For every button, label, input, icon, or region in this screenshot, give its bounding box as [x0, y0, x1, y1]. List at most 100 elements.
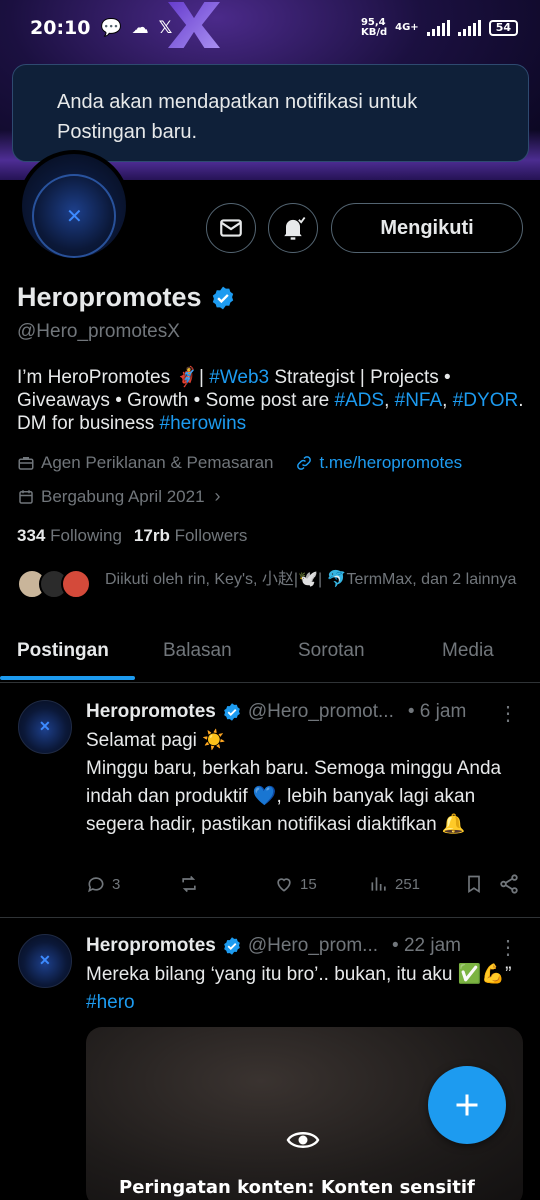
cloud-icon: ☁ [131, 18, 149, 38]
verified-badge-icon [224, 703, 240, 721]
share-icon [500, 874, 518, 894]
reply-count: 3 [112, 875, 121, 893]
tab-balasan[interactable]: Balasan [163, 640, 232, 662]
post-text-line: Mereka bilang ‘yang itu bro’.. bukan, it… [86, 964, 512, 985]
more-options-icon[interactable]: ⋮ [498, 701, 518, 726]
tab-postingan[interactable]: Postingan [17, 640, 109, 662]
followed-by-avatars [17, 569, 99, 599]
network-type: 4G+ [395, 22, 419, 33]
profile-handle: @Hero_promotesX [17, 321, 180, 342]
post-time: • 22 jam [392, 935, 461, 956]
bookmark-button[interactable] [464, 874, 484, 894]
hashtag-link[interactable]: #herowins [160, 413, 247, 434]
bell-check-icon [284, 216, 306, 240]
post-text: Mereka bilang ‘yang itu bro’.. bukan, it… [86, 961, 526, 1017]
profile-avatar[interactable]: ✕ [18, 150, 130, 262]
chat-bubble-icon: 💬 [100, 18, 122, 38]
bio-text: I’m HeroPromotes 🦸| [17, 367, 210, 388]
reply-icon [88, 877, 104, 893]
profile-tabs: Postingan Balasan Sorotan Media [0, 628, 540, 683]
status-bar: 20:10 💬 ☁ 𝕏 95,4 KB/d 4G+ 54 [0, 0, 540, 56]
network-speed: 95,4 KB/d [361, 18, 387, 38]
repost-button[interactable] [178, 874, 200, 894]
view-count: 251 [395, 875, 421, 893]
following-stat[interactable]: 334 Following [17, 526, 122, 546]
follow-stats: 334 Following 17rb Followers [17, 526, 247, 546]
avatar-x-logo: ✕ [39, 718, 51, 734]
post-avatar[interactable]: ✕ [18, 700, 72, 754]
profile-category: Agen Periklanan & Pemasaran [41, 453, 274, 472]
toast-text: Anda akan mendapatkan notifikasi untuk P… [57, 91, 418, 143]
avatar-x-logo: ✕ [39, 952, 51, 968]
calendar-icon [19, 489, 33, 504]
bookmark-icon [468, 875, 480, 894]
profile-bio: I’m HeroPromotes 🦸| #Web3 Strategist | P… [17, 366, 527, 435]
avatar [61, 569, 91, 599]
post-text: Selamat pagi ☀️ Minggu baru, berkah baru… [86, 727, 526, 839]
verified-badge-icon [224, 937, 240, 955]
post-divider [0, 917, 540, 918]
like-button[interactable]: 15 [274, 874, 317, 894]
message-button[interactable] [206, 203, 256, 253]
following-button[interactable]: Mengikuti [331, 203, 523, 253]
profile-meta-row: Agen Periklanan & Pemasaran t.me/heropro… [17, 453, 462, 473]
repost-icon [182, 875, 196, 893]
hashtag-link[interactable]: #Web3 [209, 367, 269, 388]
status-notification-icons: 💬 ☁ 𝕏 [100, 18, 172, 38]
notification-bell-button[interactable] [268, 203, 318, 253]
followed-by[interactable]: Diikuti oleh rin, Key's, 小赵|🕊️| 🐬TermMax… [17, 569, 525, 599]
post-time: • 6 jam [407, 701, 467, 722]
signal-icon [426, 20, 450, 36]
following-count: 334 [17, 526, 46, 545]
tab-sorotan[interactable]: Sorotan [298, 640, 365, 662]
like-count: 15 [300, 875, 317, 893]
post-text-line: Selamat pagi ☀️ [86, 730, 226, 751]
plus-icon [456, 1094, 478, 1116]
followed-by-text: Diikuti oleh rin, Key's, 小赵|🕊️| 🐬TermMax… [105, 571, 517, 588]
share-button[interactable] [498, 873, 520, 895]
status-right: 95,4 KB/d 4G+ 54 [361, 18, 518, 38]
tab-media[interactable]: Media [442, 640, 494, 662]
status-time: 20:10 [30, 17, 91, 39]
signal-2-icon [457, 20, 481, 36]
views-chart-icon [371, 877, 386, 891]
verified-badge-icon[interactable] [210, 285, 236, 311]
post-author-name[interactable]: Heropromotes [86, 935, 216, 957]
profile-link[interactable]: t.me/heropromotes [319, 453, 462, 473]
post-header: Heropromotes @Hero_prom... • 22 jam [86, 935, 461, 957]
profile-name-row: Heropromotes [17, 282, 236, 313]
sensitive-content-warning: Peringatan konten: Konten sensitif [119, 1177, 475, 1198]
battery-icon: 54 [488, 20, 518, 36]
post-author-name[interactable]: Heropromotes [86, 701, 216, 723]
network-speed-unit: KB/d [360, 27, 388, 38]
post-avatar[interactable]: ✕ [18, 934, 72, 988]
followers-stat[interactable]: 17rb Followers [134, 526, 247, 546]
chevron-right-icon: › [214, 486, 221, 506]
post-header: Heropromotes @Hero_promot... • 6 jam [86, 701, 466, 723]
post-author-handle: @Hero_prom... [247, 935, 379, 956]
notification-toast[interactable]: Anda akan mendapatkan notifikasi untuk P… [12, 64, 529, 162]
views-button[interactable]: 251 [369, 874, 420, 894]
bio-text: , [384, 390, 395, 411]
followers-label: Followers [174, 526, 248, 545]
more-options-icon[interactable]: ⋮ [498, 935, 518, 960]
hashtag-link[interactable]: #DYOR [453, 390, 518, 411]
hashtag-link[interactable]: #ADS [334, 390, 384, 411]
bio-text: , [442, 390, 453, 411]
hashtag-link[interactable]: #hero [86, 992, 135, 1013]
mail-icon [220, 219, 242, 237]
profile-name: Heropromotes [17, 282, 202, 312]
briefcase-icon [18, 457, 34, 470]
eye-icon [286, 1132, 320, 1148]
reply-button[interactable]: 3 [86, 874, 120, 894]
profile-joined-row[interactable]: Bergabung April 2021 › [17, 486, 221, 507]
followers-count: 17rb [133, 526, 170, 545]
hashtag-link[interactable]: #NFA [395, 390, 443, 411]
compose-post-button[interactable] [428, 1066, 506, 1144]
link-icon [297, 456, 312, 470]
post-item[interactable]: ✕ Heropromotes @Hero_promot... • 6 jam ⋮… [0, 700, 540, 917]
heart-icon [277, 878, 291, 892]
following-label: Following [50, 526, 122, 545]
x-app-icon: 𝕏 [158, 18, 173, 38]
post-author-handle: @Hero_promot... [247, 701, 394, 722]
